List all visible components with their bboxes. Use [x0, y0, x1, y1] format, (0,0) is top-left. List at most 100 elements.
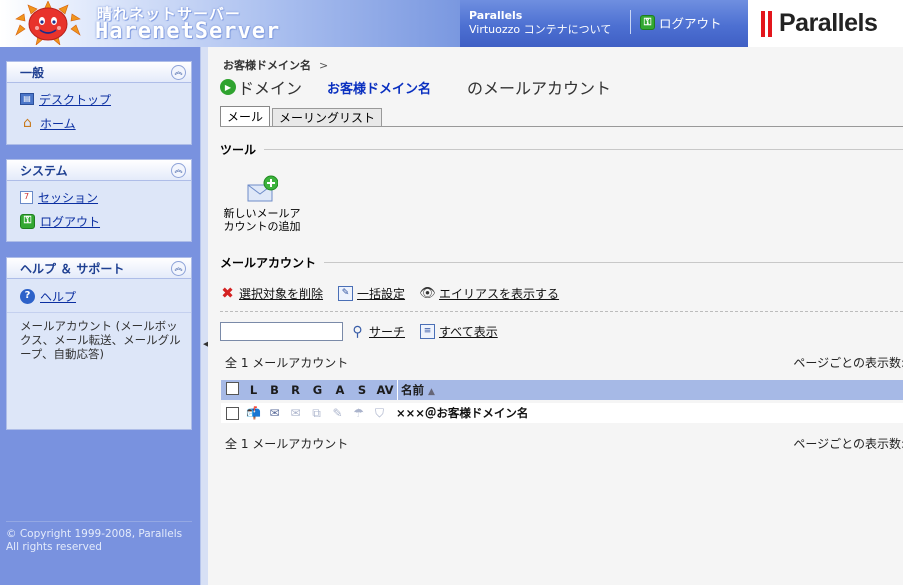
col-b[interactable]: B	[264, 383, 285, 397]
header-logout-button[interactable]: ⚿ ログアウト	[640, 13, 722, 32]
domain-play-icon: ▶	[220, 79, 236, 95]
new-mail-account-button[interactable]: 新しいメールア カウントの追加	[220, 175, 304, 233]
panel-help: ヘルプ ＆ サポート ︽ ? ヘルプ メールアカウント (メールボックス、メール…	[6, 257, 192, 430]
table-row: 📬 ✉ ✉ ⧉ ✎ ☂ ⛉ ×××＠お客様ドメイン名	[221, 403, 903, 423]
collapse-chevron-icon[interactable]: ︽	[171, 260, 186, 276]
search-bar: ⚲ サーチ ≡ すべて表示	[220, 322, 498, 341]
about-subtitle: Virtuozzo コンテナについて	[469, 23, 612, 36]
new-account-label-2: カウントの追加	[223, 220, 301, 233]
tab-mailing-list[interactable]: メーリングリスト	[272, 108, 383, 126]
delete-x-icon: ✖	[221, 284, 234, 302]
sidebar-item-desktop[interactable]: ▤ デスクトップ	[7, 87, 191, 111]
help-icon: ?	[20, 288, 35, 304]
panel-help-title: ヘルプ ＆ サポート	[20, 261, 125, 276]
copyright-line: © Copyright 1999-2008, Parallels	[6, 528, 183, 540]
envelope-icon[interactable]: ✉	[264, 407, 285, 419]
collapse-chevron-icon[interactable]: ︽	[171, 162, 186, 178]
sidebar-item-help-label[interactable]: ヘルプ	[40, 288, 76, 305]
delete-selected-label[interactable]: 選択対象を削除	[239, 285, 323, 302]
show-aliases-button[interactable]: 👁 エイリアスを表示する	[419, 285, 559, 302]
new-account-label-1: 新しいメールア	[223, 207, 301, 220]
bulk-settings-button[interactable]: ✎ 一括設定	[338, 285, 405, 302]
sidebar-item-home[interactable]: ⌂ ホーム	[7, 111, 191, 135]
per-page-label: ページごとの表示数:	[793, 356, 903, 370]
tools-section-header: ツール	[220, 141, 903, 158]
bulk-settings-label[interactable]: 一括設定	[357, 285, 405, 302]
sun-logo-icon	[15, 1, 81, 45]
sidebar-item-session[interactable]: 7 セッション	[7, 185, 191, 209]
sidebar-item-logout-label[interactable]: ログアウト	[40, 213, 100, 230]
total-count: 全 1 メールアカウント	[225, 437, 349, 451]
col-av[interactable]: AV	[373, 383, 397, 397]
antivirus-shield-icon[interactable]: ⛉	[369, 407, 390, 419]
page-title: ▶ ドメイン お客様ドメイン名 のメールアカウント	[220, 75, 611, 99]
title-domain: お客様ドメイン名	[327, 81, 432, 97]
delete-selected-button[interactable]: ✖ 選択対象を削除	[220, 285, 323, 302]
tab-mail[interactable]: メール	[220, 106, 271, 126]
accounts-section-header: メールアカウント	[220, 254, 903, 271]
search-label[interactable]: サーチ	[369, 323, 405, 340]
total-count: 全 1 メールアカウント	[225, 356, 349, 370]
breadcrumb: お客様ドメイン名 >	[223, 57, 328, 73]
col-name-label: 名前	[401, 383, 424, 397]
search-input[interactable]	[220, 322, 343, 341]
copyright: © Copyright 1999-2008, Parallels All rig…	[6, 521, 192, 554]
mailbox-icon[interactable]: 📬	[243, 407, 264, 419]
col-s[interactable]: S	[351, 383, 373, 397]
search-button[interactable]: ⚲ サーチ	[350, 323, 405, 340]
list-summary-bottom: 全 1 メールアカウント ページごとの表示数:	[225, 435, 903, 452]
col-l[interactable]: L	[243, 383, 264, 397]
home-icon: ⌂	[23, 115, 32, 131]
sidebar-item-desktop-label[interactable]: デスクトップ	[39, 91, 111, 108]
show-all-button[interactable]: ≡ すべて表示	[420, 323, 498, 340]
group-icon[interactable]: ⧉	[306, 407, 327, 419]
autoresponder-icon[interactable]: ✎	[327, 407, 348, 419]
row-checkbox[interactable]	[225, 406, 239, 420]
per-page-label: ページごとの表示数:	[793, 437, 903, 451]
col-r[interactable]: R	[285, 383, 306, 397]
logo-area: 晴れネットサーバー HarenetServer	[0, 0, 460, 47]
breadcrumb-domain-link[interactable]: お客様ドメイン名	[223, 59, 311, 72]
about-title: Parallels	[469, 9, 523, 22]
spam-filter-icon[interactable]: ☂	[348, 407, 369, 419]
collapse-chevron-icon[interactable]: ︽	[171, 64, 186, 80]
logout-key-icon: ⚿	[640, 15, 655, 30]
select-all-checkbox[interactable]	[225, 382, 239, 395]
breadcrumb-separator: >	[319, 59, 329, 72]
new-mail-envelope-icon	[246, 175, 279, 205]
sidebar-item-help[interactable]: ? ヘルプ	[7, 284, 191, 308]
brand-name: Parallels	[779, 9, 878, 37]
show-all-label[interactable]: すべて表示	[439, 323, 498, 340]
col-g[interactable]: G	[306, 383, 329, 397]
title-prefix: ドメイン	[238, 79, 303, 98]
tools-title: ツール	[220, 143, 257, 157]
col-name[interactable]: 名前 ▲	[401, 382, 435, 398]
main-content: お客様ドメイン名 > ▶ ドメイン お客様ドメイン名 のメールアカウント メール …	[208, 47, 903, 585]
sidebar-item-session-label[interactable]: セッション	[38, 189, 98, 206]
parallels-bars-icon	[761, 10, 772, 37]
col-a[interactable]: A	[329, 383, 351, 397]
header-divider	[630, 10, 631, 34]
session-icon: 7	[20, 190, 33, 204]
logout-icon: ⚿	[20, 213, 35, 229]
table-header: L B R G A S AV 名前 ▲	[221, 380, 903, 400]
sidebar-splitter[interactable]	[200, 47, 208, 585]
list-summary-top: 全 1 メールアカウント ページごとの表示数:	[225, 354, 903, 371]
show-aliases-label[interactable]: エイリアスを表示する	[439, 285, 559, 302]
panel-system-title: システム	[20, 163, 68, 178]
help-description: メールアカウント (メールボックス、メール転送、メールグループ、自動応答)	[7, 312, 191, 361]
search-icon: ⚲	[352, 323, 363, 340]
sidebar-item-logout[interactable]: ⚿ ログアウト	[7, 209, 191, 233]
panel-system: システム ︽ 7 セッション ⚿ ログアウト	[6, 159, 192, 242]
sort-asc-icon: ▲	[428, 387, 435, 397]
show-all-icon: ≡	[420, 324, 436, 339]
top-banner: 晴れネットサーバー HarenetServer Parallels Virtuo…	[0, 0, 903, 47]
panel-general-title: 一般	[20, 65, 45, 80]
accounts-title: メールアカウント	[220, 256, 317, 270]
header-logout-label: ログアウト	[659, 16, 722, 31]
about-virtuozzo-link[interactable]: Parallels Virtuozzo コンテナについて	[469, 9, 611, 37]
sidebar-item-home-label[interactable]: ホーム	[40, 115, 76, 132]
redirect-icon[interactable]: ✉	[285, 407, 306, 419]
title-suffix: のメールアカウント	[467, 79, 612, 98]
mail-account-name[interactable]: ×××＠お客様ドメイン名	[396, 405, 528, 421]
